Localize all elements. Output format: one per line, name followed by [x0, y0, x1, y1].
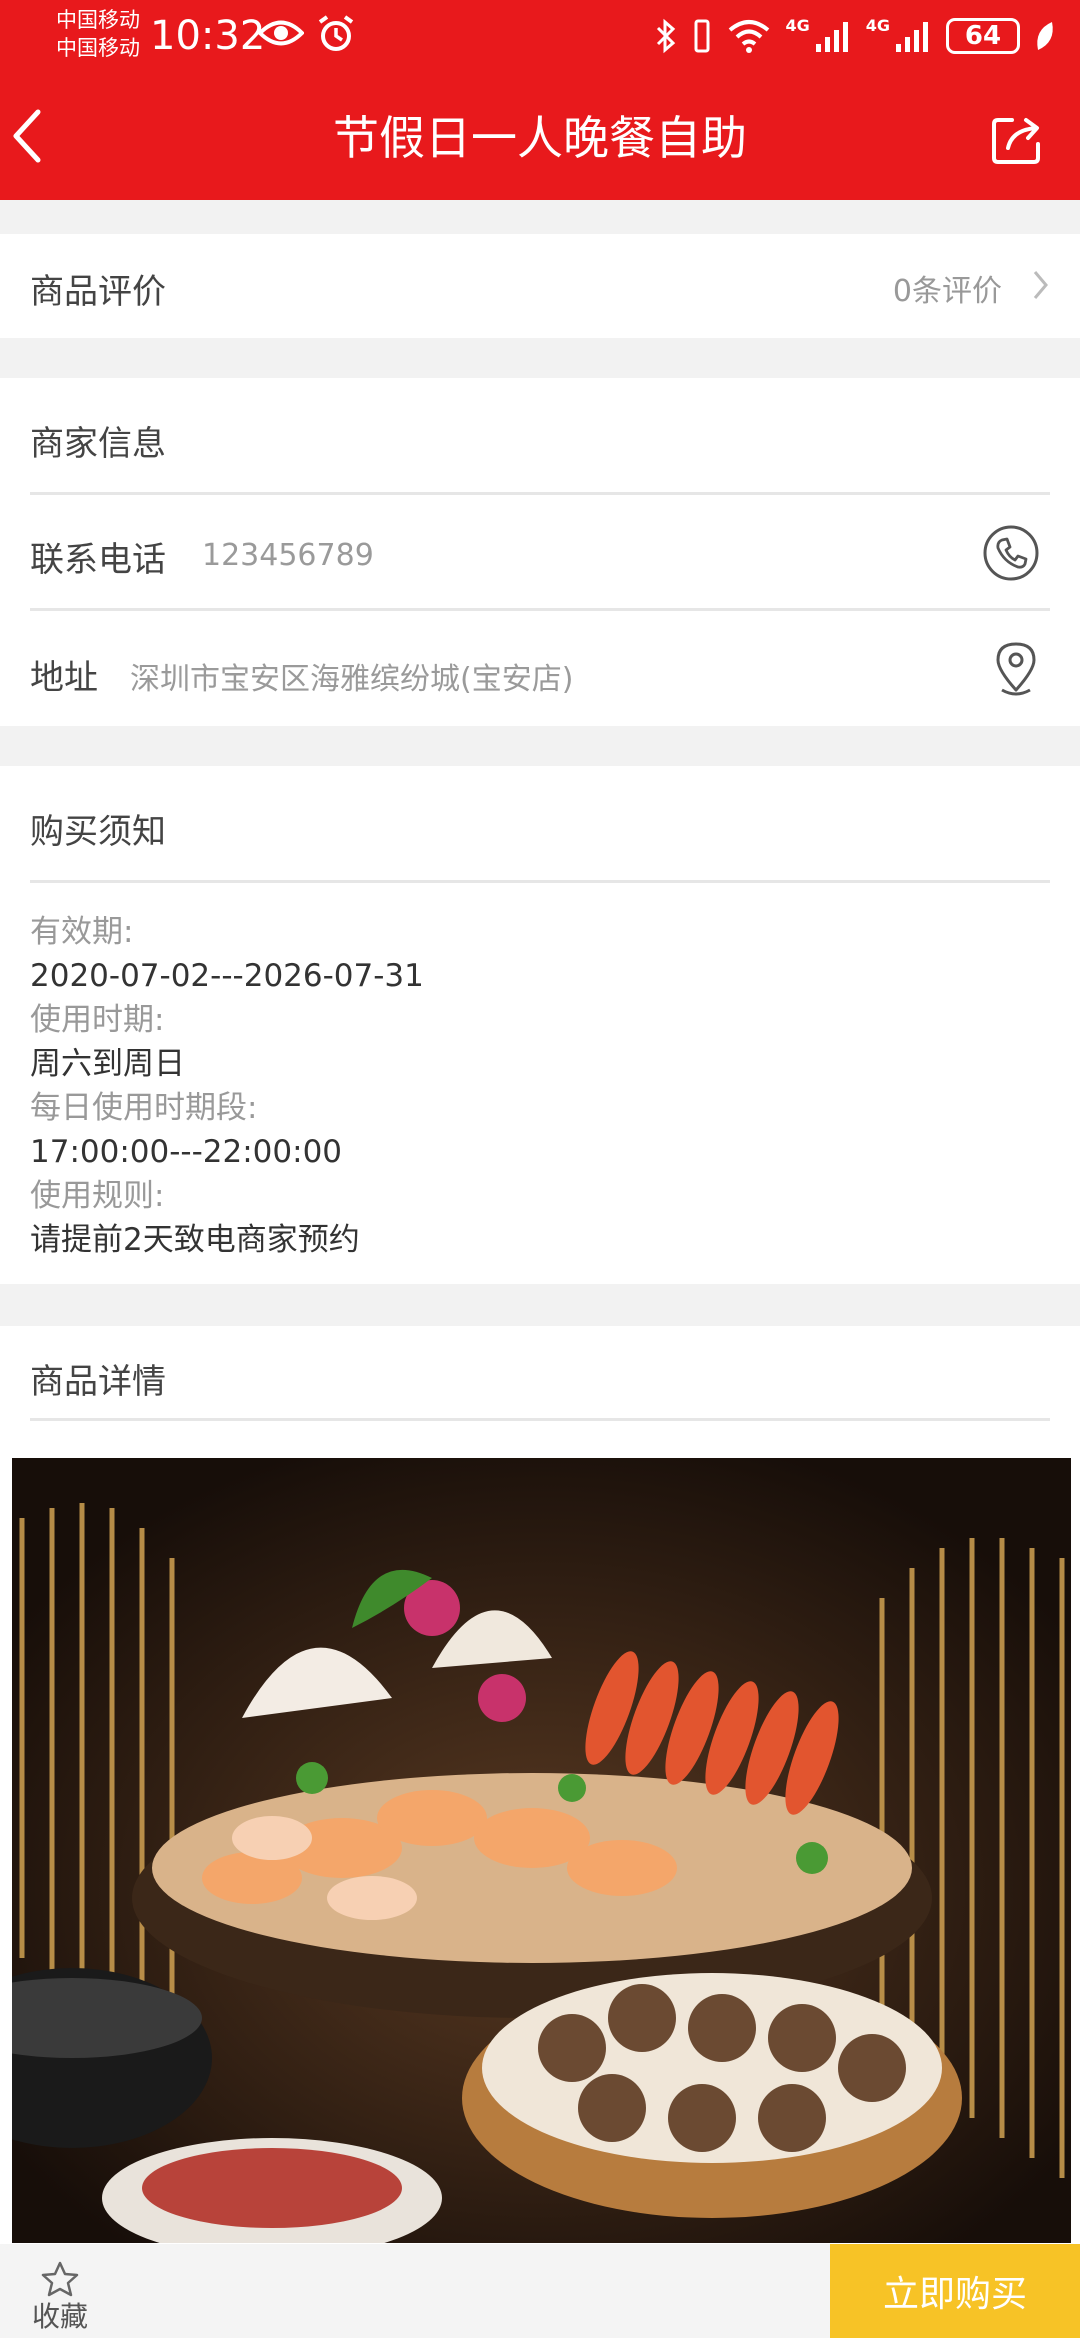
status-bar: 中国移动 中国移动 10:32 4G 4G 64: [0, 0, 1080, 72]
location-pin-icon[interactable]: [992, 638, 1040, 700]
favorite-button[interactable]: 收藏: [30, 2260, 90, 2332]
favorite-label: 收藏: [31, 2300, 88, 2333]
daily-hours-value: 17:00:00---22:00:00: [30, 1134, 343, 1170]
notice-body: 有效期: 2020-07-02---2026-07-31 使用时期: 周六到周日…: [30, 910, 424, 1262]
alarm-icon: [318, 15, 354, 51]
reviews-row[interactable]: 商品评价 0条评价: [0, 234, 1080, 338]
address-value: 深圳市宝安区海雅缤纷城(宝安店): [130, 662, 574, 697]
star-icon: [41, 2261, 79, 2297]
review-count: 0条评价: [892, 274, 1002, 309]
chevron-right-icon: [1033, 271, 1048, 299]
merchant-card: 商家信息 联系电话 123456789 地址 深圳市宝安区海雅缤纷城(宝安店): [0, 378, 1080, 726]
top-bar: 中国移动 中国移动 10:32 4G 4G 64 节假日一人晚餐自助: [0, 0, 1080, 200]
address-label: 地址: [30, 658, 98, 698]
share-icon[interactable]: [988, 112, 1044, 168]
phone-icon[interactable]: [982, 524, 1040, 582]
phone-label: 联系电话: [30, 540, 166, 580]
signal-icon: [896, 22, 928, 52]
divider: [30, 1418, 1050, 1421]
battery-icon: 64: [946, 18, 1020, 54]
bottom-action-bar: 收藏 立即购买: [0, 2244, 1080, 2338]
divider: [30, 608, 1050, 611]
daily-hours-label: 每日使用时期段:: [30, 1090, 258, 1126]
battery-level: 64: [964, 21, 1002, 51]
carrier-1: 中国移动: [56, 8, 140, 32]
carrier-2: 中国移动: [56, 36, 140, 60]
wifi-icon: [729, 20, 770, 53]
use-days-value: 周六到周日: [30, 1046, 185, 1082]
status-time: 10:32: [150, 13, 266, 59]
details-title: 商品详情: [30, 1362, 166, 1402]
product-photo: [12, 1458, 1071, 2243]
notice-title: 购买须知: [30, 812, 166, 852]
merchant-title: 商家信息: [30, 424, 166, 464]
phone-value: 123456789: [202, 538, 374, 573]
signal-icon: [815, 22, 848, 52]
divider: [30, 492, 1050, 495]
page-title: 节假日一人晚餐自助: [333, 111, 747, 165]
carrier-info: 中国移动 中国移动: [56, 6, 140, 62]
reviews-title: 商品评价: [30, 272, 166, 312]
rules-label: 使用规则:: [30, 1178, 165, 1214]
leaf-icon: [1037, 22, 1053, 50]
purchase-notice-card: 购买须知 有效期: 2020-07-02---2026-07-31 使用时期: …: [0, 766, 1080, 1284]
nav-bar: 节假日一人晚餐自助: [0, 72, 1080, 200]
rules-value: 请提前2天致电商家预约: [30, 1222, 360, 1258]
buy-now-button[interactable]: 立即购买: [830, 2244, 1080, 2338]
divider: [30, 880, 1050, 883]
network-type-2: 4G: [865, 16, 890, 35]
vibrate-icon: [694, 19, 710, 53]
food-illustration: [12, 1458, 1071, 2243]
network-type-1: 4G: [785, 16, 810, 35]
status-icons: 4G 4G 64: [655, 14, 1056, 58]
validity-label: 有效期:: [30, 914, 134, 950]
use-days-label: 使用时期:: [30, 1002, 165, 1038]
eye-icon: [258, 20, 304, 46]
bluetooth-icon: [657, 18, 676, 54]
validity-value: 2020-07-02---2026-07-31: [30, 958, 424, 994]
